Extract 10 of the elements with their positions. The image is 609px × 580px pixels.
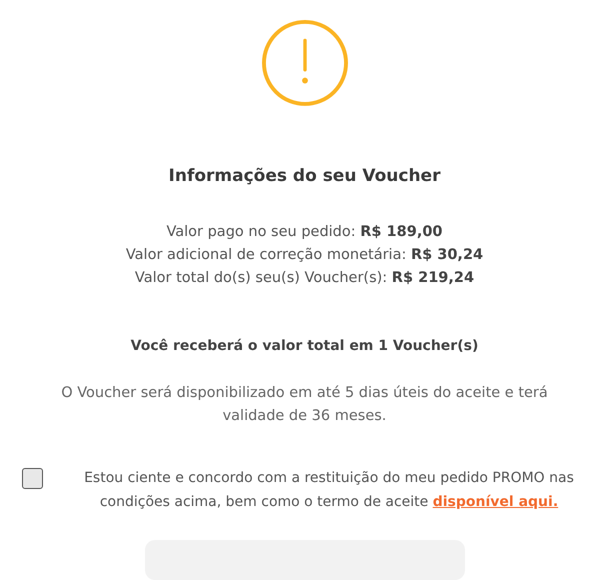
terms-link[interactable]: disponível aqui. [432, 494, 558, 510]
voucher-summary: Você receberá o valor total em 1 Voucher(s) [130, 338, 478, 354]
warning-icon [260, 19, 350, 107]
value-line: Valor adicional de correção monetária: R$ 30,24 [126, 246, 484, 265]
notice-text: O Voucher será disponibilizado em até 5 dias úteis do aceite e terá validade de 36 meses. [60, 384, 549, 426]
agreement-text: Estou ciente e concordo com a restituição do meu pedido PROMO nas condições acima, bem como o termo de aceite disponível aqui. [83, 469, 575, 512]
value-line: Valor total do(s) seu(s) Voucher(s): R$ 219,24 [134, 269, 474, 288]
dialog-title: Informações do seu Voucher [168, 164, 440, 187]
value-line: Valor pago no seu pedido: R$ 189,00 [166, 223, 443, 242]
agreement-checkbox[interactable] [22, 468, 43, 489]
